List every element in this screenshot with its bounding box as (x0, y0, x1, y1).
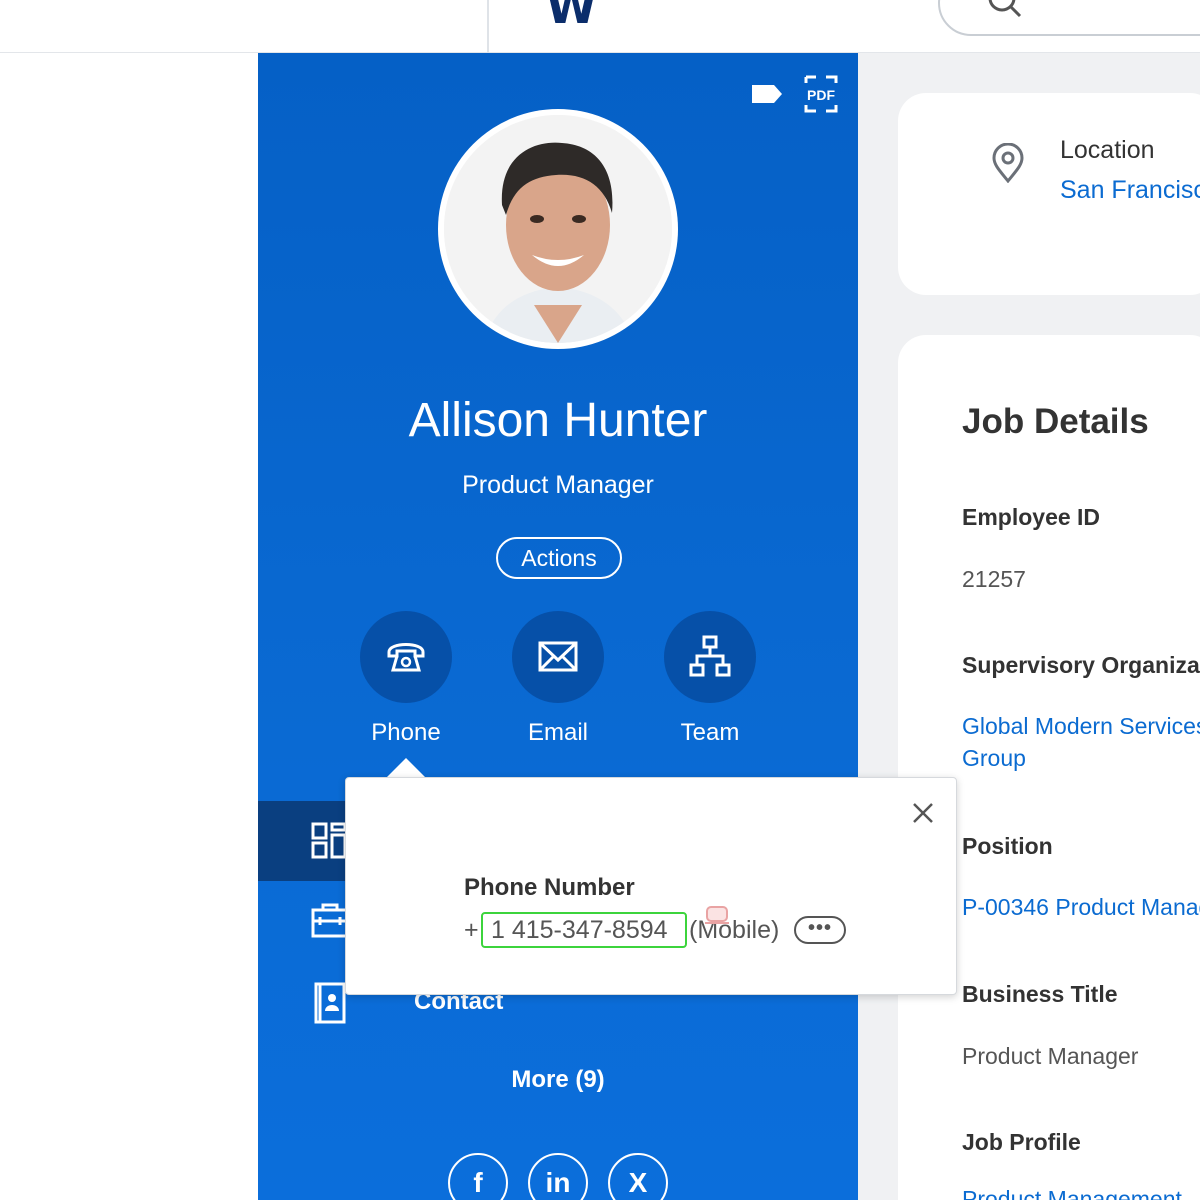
team-label[interactable]: Team (630, 719, 790, 747)
actions-button[interactable]: Actions (496, 537, 622, 579)
team-button[interactable] (664, 611, 756, 703)
supervisory-org-label: Supervisory Organization (962, 652, 1200, 678)
nav-item-job[interactable] (258, 881, 358, 961)
job-profile-label: Job Profile (962, 1129, 1081, 1155)
nav-item-contact[interactable] (258, 961, 358, 1041)
avatar[interactable] (438, 109, 678, 349)
search-input[interactable] (938, 0, 1200, 36)
facebook-icon: f (473, 1167, 483, 1198)
pdf-icon[interactable]: PDF (804, 75, 838, 113)
phone-number-label: Phone Number (464, 874, 635, 901)
employee-id-value: 21257 (962, 566, 1026, 592)
job-details-card (898, 335, 1200, 1200)
phone-button[interactable] (360, 611, 452, 703)
facebook-button[interactable]: f (448, 1153, 508, 1200)
org-chart-icon (689, 635, 731, 677)
hamburger-menu-icon[interactable] (298, 0, 338, 4)
tag-icon[interactable] (750, 83, 784, 105)
phone-icon (387, 643, 425, 672)
position-label: Position (962, 833, 1053, 859)
dashboard-icon (311, 822, 347, 859)
business-title-label: Business Title (962, 981, 1118, 1007)
search-icon (988, 0, 1022, 18)
x-button[interactable]: X (608, 1153, 668, 1200)
nav-item-overview[interactable] (258, 801, 358, 881)
contact-card-icon (314, 982, 346, 1024)
phone-number-value[interactable]: 1 415-347-8594 (481, 912, 687, 948)
phone-hover-icon (705, 906, 729, 924)
avatar-photo (444, 115, 672, 343)
x-icon: X (628, 1167, 648, 1198)
top-bar-divider (487, 0, 489, 53)
app-logo[interactable]: W (546, 0, 597, 34)
job-profile-link[interactable]: Product Management (962, 1183, 1182, 1200)
profile-name: Allison Hunter (408, 394, 708, 447)
employee-id-label: Employee ID (962, 504, 1101, 530)
position-link[interactable]: P-00346 Product Manager (962, 891, 1200, 923)
briefcase-icon (311, 903, 349, 938)
top-bar: W (0, 0, 1200, 53)
job-details-title: Job Details (962, 402, 1149, 441)
envelope-icon (538, 641, 578, 672)
location-label: Location (1060, 136, 1155, 164)
phone-more-button[interactable]: ••• (794, 916, 846, 944)
more-link[interactable]: More (9) (258, 1066, 858, 1094)
close-icon[interactable] (908, 798, 938, 828)
phone-label[interactable]: Phone (326, 719, 486, 747)
email-button[interactable] (512, 611, 604, 703)
location-pin-icon (992, 143, 1024, 183)
location-value[interactable]: San Francisco (1060, 176, 1200, 205)
profile-job-title: Product Manager (462, 471, 654, 499)
popup-pointer (385, 758, 427, 779)
supervisory-org-link-line1[interactable]: Global Modern Services (962, 710, 1200, 742)
phone-plus: + (464, 916, 479, 944)
linkedin-icon: in (545, 1167, 571, 1198)
svg-text:PDF: PDF (807, 87, 835, 103)
phone-popup: Phone Number + 1 415-347-8594 (Mobile) •… (345, 777, 957, 995)
supervisory-org-link-line2[interactable]: Group (962, 742, 1026, 774)
email-label[interactable]: Email (478, 719, 638, 747)
business-title-value: Product Manager (962, 1043, 1139, 1069)
profile-panel: PDF Allison Hunter Product Manager Actio… (258, 53, 858, 1200)
linkedin-button[interactable]: in (528, 1153, 588, 1200)
